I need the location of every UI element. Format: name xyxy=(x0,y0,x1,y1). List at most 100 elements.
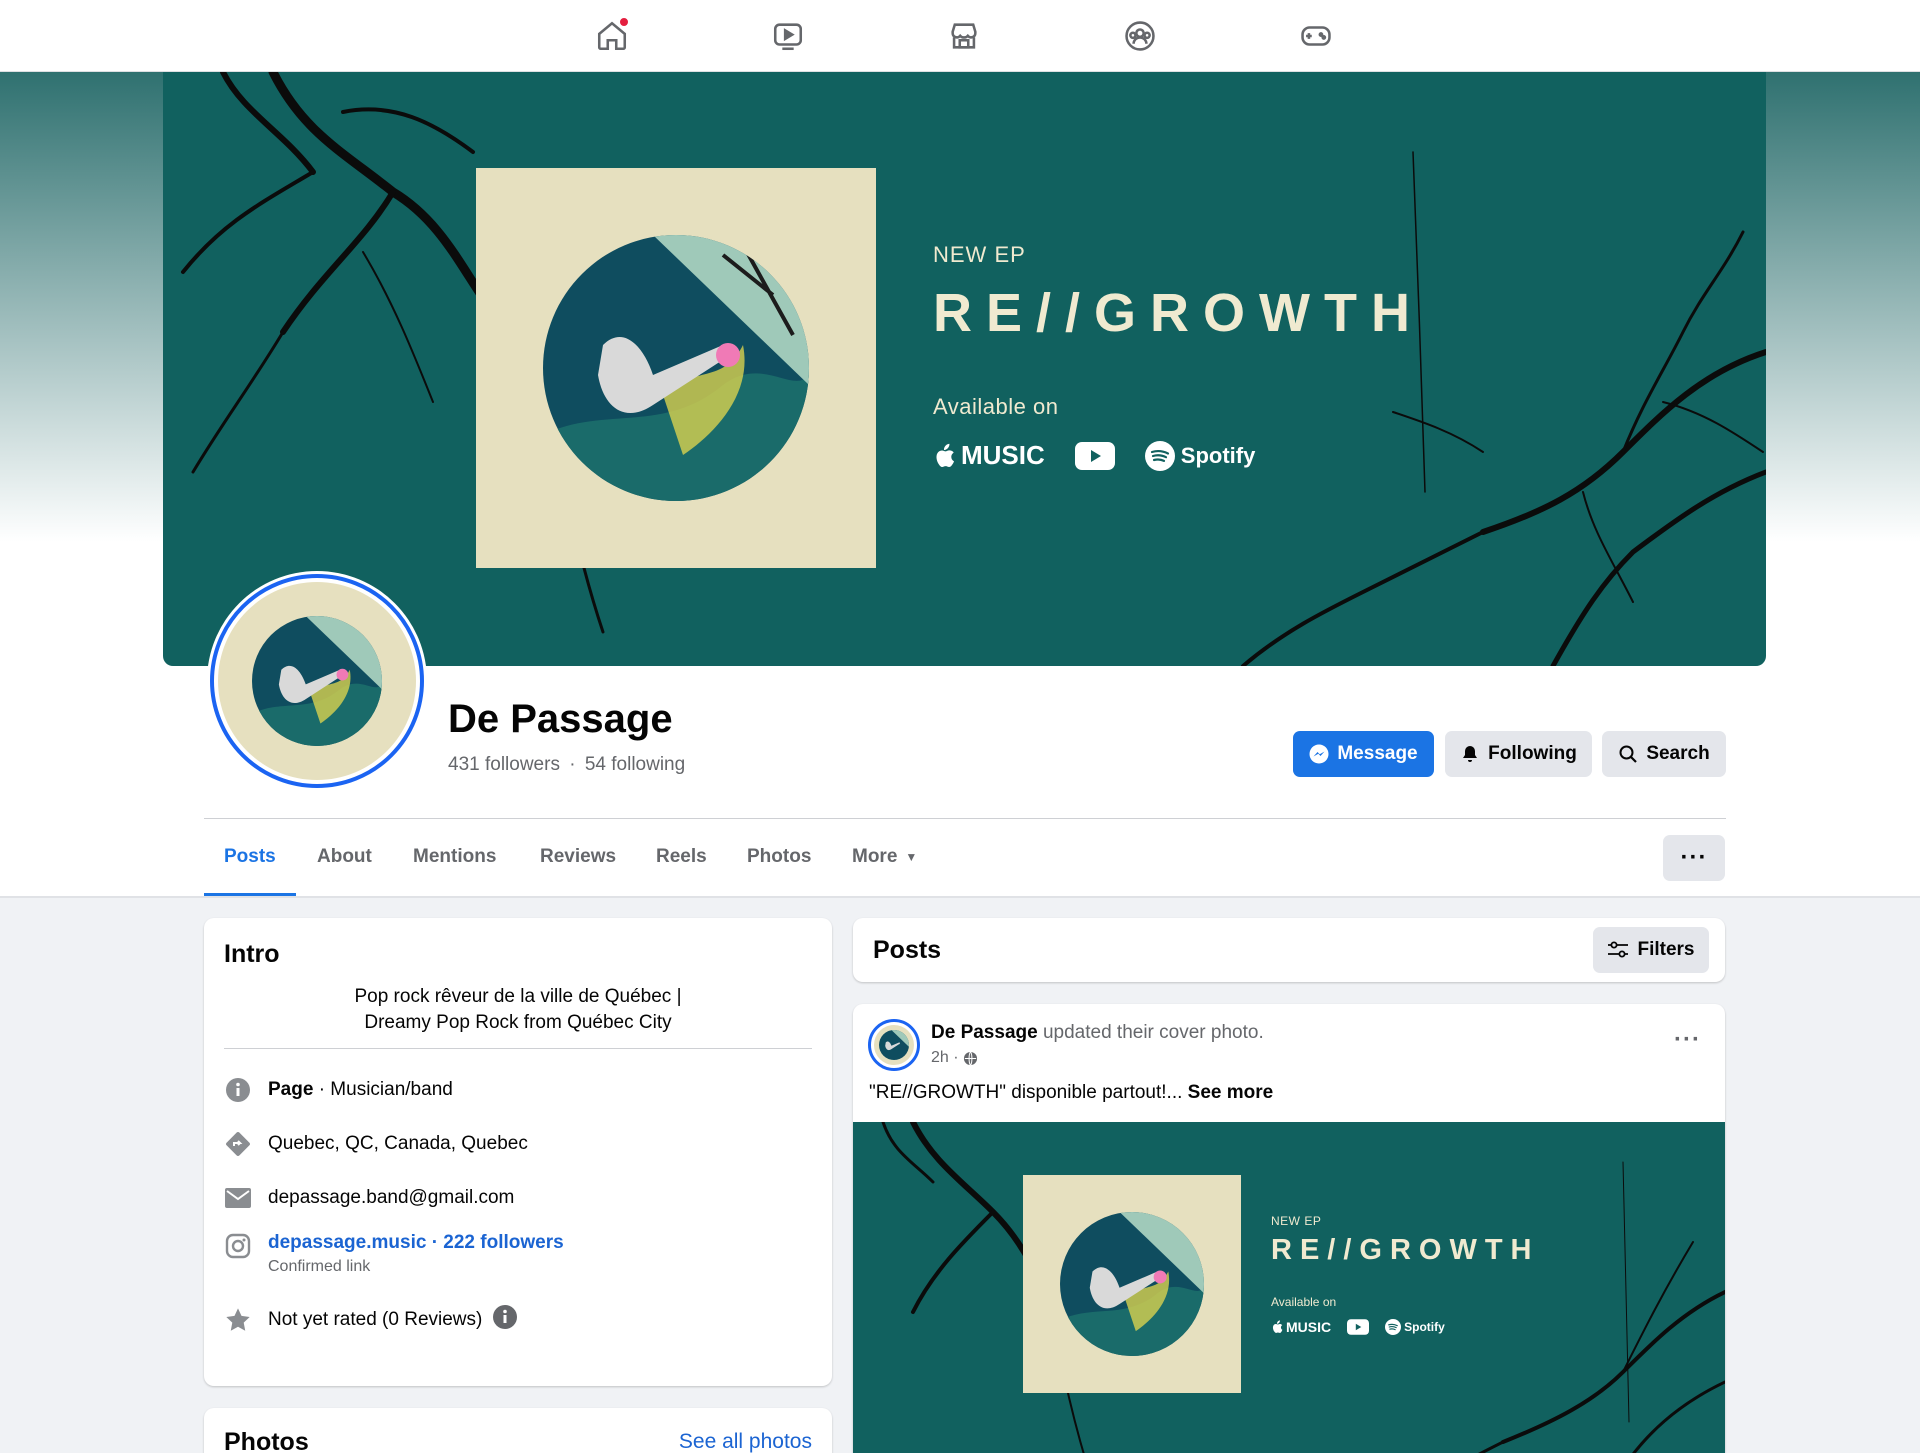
rating-text: Not yet rated (0 Reviews) xyxy=(268,1309,483,1330)
rating-info-icon[interactable] xyxy=(492,1304,518,1336)
cover-photo[interactable]: NEW EP RE//GROWTH Available on MUSIC Spo… xyxy=(163,72,1766,666)
intro-location-row: Quebec, QC, Canada, Quebec xyxy=(224,1130,528,1158)
photos-title: Photos xyxy=(224,1428,309,1453)
ep-promo: NEW EP RE//GROWTH Available on MUSIC Spo… xyxy=(933,242,1424,471)
post-card: De Passage updated their cover photo. 2h… xyxy=(853,1004,1725,1453)
post-header-line: De Passage updated their cover photo. xyxy=(931,1022,1264,1044)
home-icon[interactable] xyxy=(592,16,632,56)
tab-about[interactable]: About xyxy=(317,846,372,868)
filters-button[interactable]: Filters xyxy=(1593,927,1709,973)
instagram-icon xyxy=(224,1232,252,1260)
post-meta: 2h · xyxy=(931,1049,978,1067)
bio-line-1: Pop rock rêveur de la ville de Québec | xyxy=(354,986,682,1007)
marketplace-icon[interactable] xyxy=(944,16,984,56)
post-album-cover xyxy=(1023,1175,1241,1393)
youtube-logo xyxy=(1074,441,1115,470)
bio-line-2: Dreamy Pop Rock from Québec City xyxy=(364,1012,672,1033)
post-avatar-art xyxy=(874,1025,914,1065)
instagram-link[interactable]: depassage.music · 222 followers xyxy=(268,1232,564,1254)
ep-title: RE//GROWTH xyxy=(933,283,1424,343)
apple-music-logo: MUSIC xyxy=(933,440,1045,471)
following-count[interactable]: 54 following xyxy=(585,754,685,775)
intro-card: Intro Pop rock rêveur de la ville de Qué… xyxy=(204,918,832,1386)
email-text[interactable]: depassage.band@gmail.com xyxy=(268,1184,514,1209)
following-button[interactable]: Following xyxy=(1445,731,1592,777)
filters-label: Filters xyxy=(1637,939,1695,960)
cover-backdrop-left xyxy=(0,72,163,542)
post-album-disc xyxy=(1060,1212,1204,1356)
spotify-logo: Spotify xyxy=(1144,440,1256,471)
gaming-icon[interactable] xyxy=(1296,16,1336,56)
tab-mentions[interactable]: Mentions xyxy=(413,846,496,868)
post-music-label: MUSIC xyxy=(1286,1319,1332,1335)
album-disc-art xyxy=(543,235,809,501)
post-apple-music-logo: MUSIC xyxy=(1271,1319,1331,1335)
intro-title: Intro xyxy=(224,940,280,968)
page-title: De Passage xyxy=(448,697,673,741)
story-ring xyxy=(210,574,424,788)
post-text: "RE//GROWTH" disponible partout!... xyxy=(869,1082,1188,1103)
tab-photos[interactable]: Photos xyxy=(747,846,811,868)
tab-reviews[interactable]: Reviews xyxy=(540,846,616,868)
followers-count[interactable]: 431 followers xyxy=(448,754,560,775)
separator-dot: · xyxy=(569,754,576,775)
search-icon xyxy=(1619,745,1638,763)
notification-dot xyxy=(618,16,630,28)
more-options-button[interactable]: ··· xyxy=(1663,835,1725,881)
search-button[interactable]: Search xyxy=(1602,731,1726,777)
apple-icon xyxy=(936,443,954,467)
intro-email-row: depassage.band@gmail.com xyxy=(224,1184,514,1212)
tab-posts[interactable]: Posts xyxy=(224,846,276,868)
bell-icon xyxy=(1463,746,1478,762)
post-action: updated their cover photo. xyxy=(1037,1022,1264,1043)
post-time[interactable]: 2h · xyxy=(931,1049,959,1067)
post-spotify-logo: Spotify xyxy=(1385,1319,1445,1335)
intro-category-row: Page · Musician/band xyxy=(224,1076,453,1104)
filters-icon xyxy=(1608,941,1629,958)
message-label: Message xyxy=(1337,743,1418,764)
avatar-art xyxy=(218,582,416,780)
tabs-divider xyxy=(204,818,1726,819)
post-ep-label: NEW EP xyxy=(1271,1214,1322,1228)
profile-picture[interactable] xyxy=(207,571,427,791)
groups-icon[interactable] xyxy=(1120,16,1160,56)
post-author-avatar[interactable] xyxy=(868,1019,920,1071)
album-cover xyxy=(476,168,876,568)
email-icon xyxy=(224,1184,252,1212)
intro-instagram-row: depassage.music · 222 followers Confirme… xyxy=(224,1232,564,1276)
post-ep-promo: NEW EP RE//GROWTH Available on MUSIC Spo… xyxy=(1271,1214,1540,1335)
follow-stats: 431 followers · 54 following xyxy=(448,754,685,776)
page-label: Page xyxy=(268,1079,314,1100)
photos-card: Photos See all photos xyxy=(204,1408,832,1453)
following-label: Following xyxy=(1488,743,1577,764)
spotify-label: Spotify xyxy=(1180,442,1256,468)
posts-header-card: Posts Filters xyxy=(853,918,1725,982)
search-label: Search xyxy=(1646,743,1710,764)
location-text: Quebec, QC, Canada, Quebec xyxy=(268,1133,528,1154)
see-more-link[interactable]: See more xyxy=(1188,1082,1274,1103)
post-available-label: Available on xyxy=(1271,1295,1337,1309)
video-icon[interactable] xyxy=(768,16,808,56)
cover-backdrop-right xyxy=(1765,72,1920,542)
apple-icon xyxy=(1272,1320,1283,1333)
spotify-icon xyxy=(1144,440,1175,471)
message-button[interactable]: Message xyxy=(1293,731,1434,777)
youtube-icon xyxy=(1347,1319,1370,1335)
post-options-button[interactable]: ··· xyxy=(1674,1026,1701,1054)
intro-bio: Pop rock rêveur de la ville de Québec | … xyxy=(224,984,812,1036)
posts-title: Posts xyxy=(873,936,942,964)
ep-label: NEW EP xyxy=(933,242,1026,267)
see-all-photos-link[interactable]: See all photos xyxy=(679,1430,812,1453)
post-author-name[interactable]: De Passage xyxy=(931,1022,1038,1043)
intro-divider xyxy=(224,1048,812,1049)
directions-icon xyxy=(224,1130,252,1158)
post-image[interactable]: NEW EP RE//GROWTH Available on MUSIC Spo… xyxy=(853,1122,1725,1453)
music-label: MUSIC xyxy=(961,440,1045,470)
streaming-logos: MUSIC Spotify xyxy=(933,440,1424,471)
post-text-line: "RE//GROWTH" disponible partout!... See … xyxy=(869,1082,1273,1104)
tab-reels[interactable]: Reels xyxy=(656,846,707,868)
post-spotify-label: Spotify xyxy=(1404,1320,1445,1334)
tab-more[interactable]: More ▼ xyxy=(852,846,917,868)
globe-icon xyxy=(963,1051,977,1065)
header-shadow xyxy=(0,896,1920,898)
